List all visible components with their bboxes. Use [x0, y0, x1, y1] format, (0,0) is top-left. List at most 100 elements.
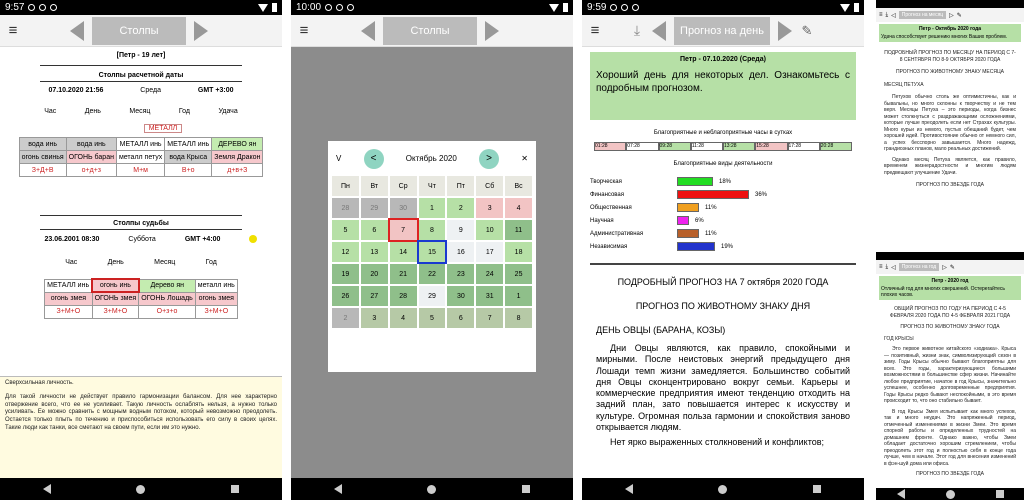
calendar-day[interactable]: 7	[387, 218, 419, 242]
calendar-day[interactable]: 2	[332, 308, 359, 328]
pillar-cell[interactable]: вода Крыса	[164, 150, 213, 164]
calendar-day[interactable]: 11	[505, 220, 532, 240]
back-icon[interactable]	[42, 484, 51, 494]
calendar-day[interactable]: 2	[447, 198, 475, 218]
close-icon[interactable]: ✕	[521, 154, 528, 163]
calendar-day[interactable]: 13	[360, 242, 388, 262]
menu-icon[interactable]: ≡	[879, 12, 883, 18]
back-icon[interactable]	[624, 484, 633, 494]
calendar-day[interactable]: 18	[505, 242, 532, 262]
next-arrow-icon[interactable]	[190, 18, 212, 44]
pillar-cell[interactable]: ДЕРЕВО ян	[211, 137, 264, 151]
pillar-cell[interactable]: МЕТАЛЛ инь	[164, 137, 213, 151]
calendar-day[interactable]: 3	[476, 198, 504, 218]
calendar-day[interactable]: 19	[332, 264, 359, 284]
home-icon[interactable]	[945, 489, 955, 499]
next-arrow-icon[interactable]: ▷	[949, 12, 954, 19]
prev-arrow-icon[interactable]	[648, 18, 670, 44]
prev-arrow-icon[interactable]	[66, 18, 88, 44]
prev-arrow-icon[interactable]: ◁	[891, 12, 896, 19]
next-arrow-icon[interactable]	[481, 18, 503, 44]
calendar-day[interactable]: 5	[418, 308, 446, 328]
calendar-day[interactable]: 26	[332, 286, 359, 306]
pillar-cell[interactable]: МЕТАЛЛ инь	[115, 137, 166, 151]
next-month-button[interactable]: >	[479, 148, 500, 169]
calendar-day[interactable]: 10	[476, 220, 504, 240]
download-icon[interactable]: ⤓	[886, 264, 889, 271]
calendar-day[interactable]: 4	[505, 198, 532, 218]
pillar-cell[interactable]: Дерево ян	[138, 278, 196, 293]
calendar-day[interactable]: 31	[476, 286, 504, 306]
calendar-day[interactable]: 14	[389, 242, 417, 262]
pillar-cell[interactable]: Земля Дракон	[211, 150, 264, 164]
calendar-day[interactable]: 21	[389, 264, 417, 284]
pillar-cell[interactable]: вода инь	[65, 137, 117, 151]
calendar-day[interactable]: 6	[447, 308, 475, 328]
calendar-day[interactable]: 29	[360, 198, 388, 218]
calendar-day[interactable]: 30	[447, 286, 475, 306]
home-icon[interactable]	[718, 484, 728, 494]
pillar-cell[interactable]: вода инь	[18, 137, 67, 151]
calendar-day[interactable]: 17	[476, 242, 504, 262]
pillar-cell[interactable]: металл петух	[115, 150, 166, 164]
pillar-cell[interactable]: металл инь	[194, 278, 238, 293]
calendar-day[interactable]: 15	[416, 240, 448, 264]
edit-icon[interactable]: ✎	[796, 18, 818, 44]
recents-icon[interactable]	[231, 485, 240, 493]
prev-arrow-icon[interactable]: ◁	[891, 264, 896, 271]
prev-month-button[interactable]: <	[363, 148, 384, 169]
next-arrow-icon[interactable]	[774, 18, 796, 44]
download-icon[interactable]: ⤓	[886, 12, 889, 19]
edit-icon[interactable]: ✎	[950, 264, 955, 271]
pillar-cell[interactable]: огонь змея	[44, 291, 93, 306]
calendar-day[interactable]: 12	[332, 242, 359, 262]
calendar-day[interactable]: 5	[332, 220, 359, 240]
calendar-day[interactable]: 23	[447, 264, 475, 284]
calc-date[interactable]: 07.10.2020 21:56	[48, 87, 103, 94]
pillar-cell[interactable]: огонь свинья	[18, 150, 67, 164]
home-icon[interactable]	[427, 484, 437, 494]
calendar-day[interactable]: 9	[447, 220, 475, 240]
home-icon[interactable]	[136, 484, 146, 494]
pillar-cell[interactable]: огонь змея	[194, 291, 238, 306]
collapse-icon[interactable]: V	[336, 154, 341, 163]
recents-icon[interactable]	[813, 485, 822, 493]
calendar-day[interactable]: 28	[389, 286, 417, 306]
pillar-cell[interactable]: ОГОНЬ Лошадь	[138, 291, 196, 306]
calendar-day[interactable]: 24	[476, 264, 504, 284]
birth-date[interactable]: 23.06.2001 08:30	[45, 236, 100, 243]
calendar-day[interactable]: 20	[360, 264, 388, 284]
calendar-day[interactable]: 6	[360, 220, 388, 240]
pillar-cell[interactable]: ОГОНЬ змея	[91, 291, 140, 306]
calendar-day[interactable]: 4	[389, 308, 417, 328]
back-icon[interactable]	[896, 489, 905, 499]
calendar-day[interactable]: 27	[360, 286, 388, 306]
menu-icon[interactable]: ≡	[879, 264, 883, 270]
calendar-day[interactable]: 7	[476, 308, 504, 328]
next-arrow-icon[interactable]: ▷	[942, 264, 947, 271]
calendar-day[interactable]: 1	[418, 198, 446, 218]
menu-icon[interactable]: ≡	[0, 22, 26, 39]
calendar-day[interactable]: 22	[418, 264, 446, 284]
download-icon[interactable]: ⤓	[626, 18, 648, 44]
calendar-day[interactable]: 8	[505, 308, 532, 328]
calendar-day[interactable]: 16	[447, 242, 475, 262]
pillar-cell[interactable]: МЕТАЛЛ инь	[44, 278, 93, 293]
calendar-day[interactable]: 8	[418, 220, 446, 240]
calendar-day[interactable]: 25	[505, 264, 532, 284]
back-icon[interactable]	[333, 484, 342, 494]
timezone[interactable]: GMT +3:00	[198, 87, 234, 94]
calendar-day[interactable]: 3	[360, 308, 388, 328]
calendar-day[interactable]: 1	[505, 286, 532, 306]
prev-arrow-icon[interactable]	[357, 18, 379, 44]
recents-icon[interactable]	[995, 490, 1004, 498]
edit-icon[interactable]: ✎	[957, 12, 962, 19]
calendar-day[interactable]: 29	[418, 286, 446, 306]
menu-icon[interactable]: ≡	[582, 22, 608, 39]
timezone[interactable]: GMT +4:00	[185, 236, 221, 243]
pillar-cell[interactable]: огонь инь	[91, 278, 140, 293]
calendar-day[interactable]: 30	[389, 198, 417, 218]
recents-icon[interactable]	[522, 485, 531, 493]
menu-icon[interactable]: ≡	[291, 22, 317, 39]
calendar-day[interactable]: 28	[332, 198, 359, 218]
